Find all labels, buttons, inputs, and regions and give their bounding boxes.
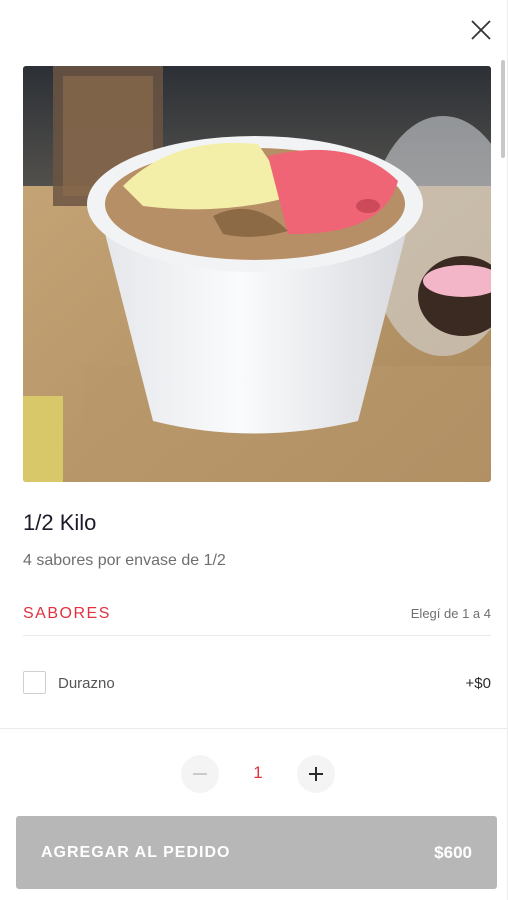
quantity-value: 1: [253, 763, 263, 782]
flavors-section-title: SABORES: [23, 605, 111, 622]
product-description: 4 sabores por envase de 1/2: [23, 552, 226, 569]
product-modal: 1/2 Kilo 4 sabores por envase de 1/2 SAB…: [0, 0, 508, 900]
add-to-order-label: AGREGAR AL PEDIDO: [41, 844, 231, 861]
minus-icon: [193, 773, 207, 775]
quantity-decrease-button[interactable]: [181, 755, 219, 793]
flavor-option-durazno[interactable]: Durazno +$0: [23, 660, 491, 708]
product-image: [23, 66, 491, 482]
product-title: 1/2 Kilo: [23, 510, 97, 535]
divider: [23, 635, 491, 636]
close-button[interactable]: [469, 18, 493, 42]
add-to-order-button[interactable]: AGREGAR AL PEDIDO $600: [16, 816, 497, 889]
plus-icon: [309, 767, 323, 781]
flavors-section-hint: Elegí de 1 a 4: [410, 606, 491, 621]
flavor-checkbox[interactable]: [23, 671, 46, 694]
divider: [0, 728, 508, 729]
add-to-order-price: $600: [434, 843, 472, 862]
flavor-option-label: Durazno: [58, 675, 115, 692]
flavor-option-price: +$0: [465, 675, 491, 692]
quantity-increase-button[interactable]: [297, 755, 335, 793]
scrollbar[interactable]: [501, 60, 505, 158]
close-icon: [471, 20, 491, 40]
